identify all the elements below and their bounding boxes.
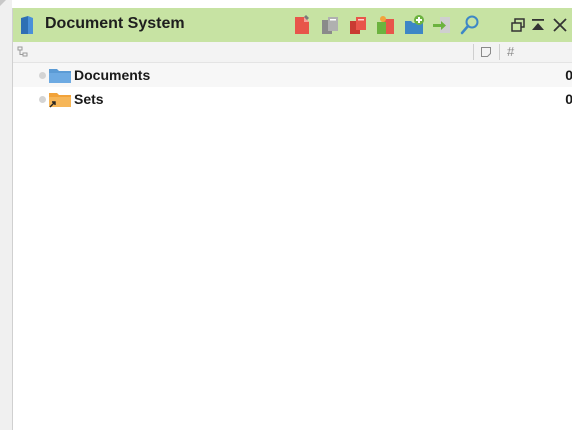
count-column-header[interactable]: # xyxy=(507,44,514,59)
tree-item-sets[interactable]: Sets 0 xyxy=(13,87,572,111)
float-panel-icon[interactable] xyxy=(509,16,527,34)
duplicate-documents-icon[interactable] xyxy=(347,14,369,36)
memo-column-icon[interactable] xyxy=(480,46,492,58)
expand-toggle[interactable] xyxy=(39,72,46,79)
column-header-row: # xyxy=(13,42,572,63)
document-system-panel: Document System # Documents 0 Sets 0 xyxy=(12,8,572,430)
import-documents-icon[interactable] xyxy=(375,14,397,36)
document-tree: Documents 0 Sets 0 xyxy=(13,63,572,111)
document-blue-icon xyxy=(21,16,33,34)
tree-item-label: Documents xyxy=(74,67,151,83)
blue-folder-icon xyxy=(49,69,71,83)
search-icon[interactable] xyxy=(459,14,481,36)
minimize-panel-icon[interactable] xyxy=(529,16,547,34)
orange-folder-link-icon xyxy=(49,93,71,108)
column-separator[interactable] xyxy=(473,44,474,60)
copy-documents-icon[interactable] xyxy=(319,14,341,36)
new-document-icon[interactable] xyxy=(291,14,313,36)
window-corner-mark xyxy=(0,0,6,6)
left-gutter xyxy=(0,0,12,430)
tree-item-label: Sets xyxy=(74,91,104,107)
tree-item-documents[interactable]: Documents 0 xyxy=(13,63,572,87)
tree-item-count: 0 xyxy=(565,67,572,83)
new-folder-icon[interactable] xyxy=(403,14,425,36)
expand-toggle[interactable] xyxy=(39,96,46,103)
hierarchy-icon[interactable] xyxy=(17,46,29,58)
panel-titlebar[interactable]: Document System xyxy=(13,8,572,42)
column-separator[interactable] xyxy=(499,44,500,60)
tree-item-count: 0 xyxy=(565,91,572,107)
panel-title: Document System xyxy=(45,15,185,32)
export-icon[interactable] xyxy=(431,14,453,36)
close-panel-icon[interactable] xyxy=(551,16,569,34)
